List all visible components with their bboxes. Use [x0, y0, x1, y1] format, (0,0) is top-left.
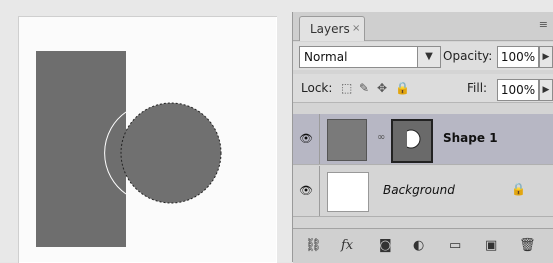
rectangle-shape[interactable]: [36, 51, 126, 247]
layer-thumbnail[interactable]: [327, 172, 369, 212]
visibility-eye-icon[interactable]: 👁: [297, 130, 315, 148]
blend-opacity-row: Normal ▼ Opacity: 100% ▶: [293, 42, 553, 70]
layer-row-shape-1[interactable]: 👁 ∞ Shape 1: [293, 114, 553, 165]
lock-fill-row: Lock: ⬚ ✎ ✥ 🔒 Fill: 100% ▶: [293, 74, 553, 103]
fill-slider-arrow-icon[interactable]: ▶: [539, 79, 553, 101]
new-group-icon[interactable]: ▭: [449, 238, 461, 253]
vector-mask-thumbnail[interactable]: [391, 119, 433, 163]
delete-layer-icon[interactable]: 🗑: [519, 238, 536, 253]
fill-field[interactable]: 100%: [497, 79, 539, 101]
link-icon[interactable]: ∞: [377, 132, 385, 143]
add-mask-icon[interactable]: ◙: [379, 238, 392, 253]
lock-transparent-icon[interactable]: ⬚: [341, 81, 352, 95]
lock-image-icon[interactable]: ✎: [359, 81, 369, 95]
panel-tabbar: Layers × ≡: [293, 12, 553, 41]
panel-bottom-toolbar: ⛓ fx ◙ ◐ ▭ ▣ 🗑: [293, 228, 553, 263]
link-layers-icon[interactable]: ⛓: [305, 238, 322, 253]
opacity-slider-arrow-icon[interactable]: ▶: [539, 46, 553, 68]
panel-menu-icon[interactable]: ≡: [539, 18, 548, 31]
circle-shape[interactable]: [121, 103, 221, 203]
layer-thumbnail[interactable]: [327, 119, 367, 161]
close-icon[interactable]: ×: [352, 17, 360, 41]
opacity-label: Opacity:: [443, 49, 493, 63]
mask-preview: [393, 121, 427, 157]
blend-mode-value: Normal: [304, 50, 348, 64]
new-layer-icon[interactable]: ▣: [485, 238, 497, 253]
document-canvas[interactable]: [18, 16, 277, 263]
tab-label: Layers: [310, 22, 350, 36]
layer-name[interactable]: Background: [383, 183, 455, 197]
adjustment-layer-icon[interactable]: ◐: [413, 238, 424, 253]
layer-name[interactable]: Shape 1: [443, 131, 498, 145]
divider: [319, 166, 320, 216]
blend-mode-select[interactable]: Normal ▼: [299, 46, 441, 68]
lock-position-icon[interactable]: ✥: [377, 81, 387, 95]
canvas-artwork: [36, 51, 222, 247]
layer-lock-icon: 🔒: [511, 182, 526, 196]
lock-all-icon[interactable]: 🔒: [395, 81, 410, 95]
lock-label: Lock:: [301, 81, 333, 95]
layers-panel: Layers × ≡ Normal ▼ Opacity: 100% ▶ Lock…: [292, 12, 553, 263]
opacity-field[interactable]: 100%: [497, 46, 539, 68]
layer-row-background[interactable]: 👁 Background 🔒: [293, 166, 553, 217]
visibility-eye-icon[interactable]: 👁: [297, 182, 315, 200]
tab-layers[interactable]: Layers ×: [299, 16, 365, 41]
divider: [319, 114, 320, 164]
chevron-down-icon[interactable]: ▼: [417, 47, 440, 67]
fx-icon[interactable]: fx: [341, 238, 353, 253]
fill-label: Fill:: [467, 81, 488, 95]
